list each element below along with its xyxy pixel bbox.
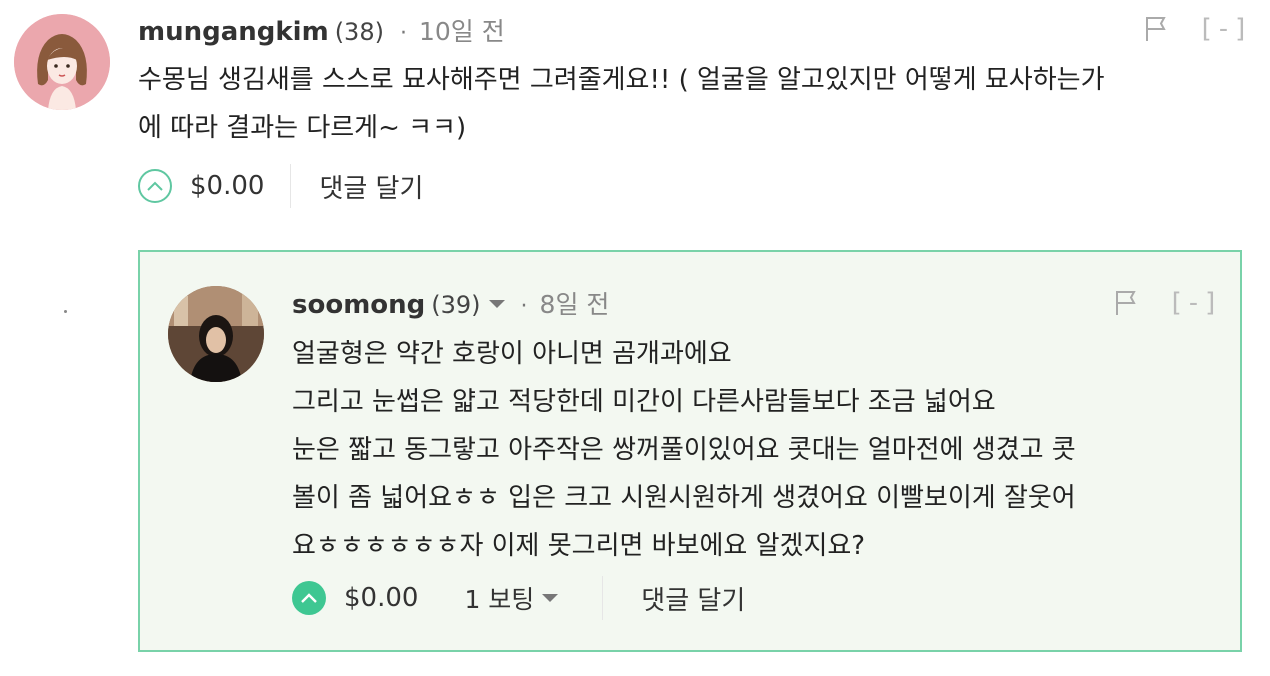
divider — [290, 164, 292, 208]
comment-tools: [-] — [1144, 14, 1251, 44]
comment-time[interactable]: 8일 전 — [540, 285, 610, 321]
flag-icon[interactable] — [1144, 15, 1168, 43]
separator-dot: · — [520, 294, 528, 319]
votes-dropdown[interactable]: 1 보팅 — [464, 580, 559, 616]
divider — [602, 576, 604, 620]
author-reputation: (38) — [334, 18, 384, 46]
votes-count: 1 보팅 — [464, 585, 535, 614]
author-reputation: (39) — [431, 291, 481, 319]
comment-actions: $0.00 댓글 달기 — [138, 164, 423, 208]
reply-link[interactable]: 댓글 달기 — [641, 580, 745, 617]
avatar[interactable] — [14, 14, 110, 110]
chevron-down-icon[interactable] — [488, 300, 505, 308]
comment-header: mungangkim (38) · 10일 전 — [138, 12, 505, 48]
body-line: 얼굴형은 약간 호랑이 아니면 곰개과에요 — [292, 339, 732, 369]
payout-value[interactable]: $0.00 — [190, 171, 264, 201]
comment-tools: [-] — [1114, 288, 1221, 318]
author-name[interactable]: mungangkim — [138, 17, 329, 47]
comment-header: soomong (39) · 8일 전 — [292, 285, 609, 321]
body-line: 볼이 좀 넓어요ㅎㅎ 입은 크고 시원시원하게 생겼어요 이빨보이게 잘웃어 — [292, 483, 1076, 513]
reply-link[interactable]: 댓글 달기 — [319, 168, 423, 205]
body-line: 에 따라 결과는 다르게~ ㅋㅋ) — [138, 113, 467, 143]
avatar[interactable] — [168, 286, 264, 382]
separator-dot: · — [399, 21, 407, 46]
upvote-chevron-icon — [301, 593, 317, 603]
comment-body: 수몽님 생김새를 스스로 묘사해주면 그려줄게요!! ( 얼굴을 알고있지만 어… — [138, 56, 1105, 152]
payout-value[interactable]: $0.00 — [344, 583, 418, 613]
body-line: 수몽님 생김새를 스스로 묘사해주면 그려줄게요!! ( 얼굴을 알고있지만 어… — [138, 65, 1105, 95]
photo-avatar-icon — [168, 286, 264, 382]
collapse-button[interactable]: [-] — [1198, 14, 1251, 44]
cartoon-girl-avatar-icon — [14, 14, 110, 110]
upvote-button[interactable] — [292, 581, 326, 615]
collapse-button[interactable]: [-] — [1168, 288, 1221, 318]
chevron-down-icon — [542, 594, 559, 602]
body-line: 그리고 눈썹은 얇고 적당한데 미간이 다른사람들보다 조금 넓어요 — [292, 387, 996, 417]
decorative-dot — [64, 310, 67, 313]
comment-time[interactable]: 10일 전 — [419, 12, 505, 48]
comment-actions: $0.00 1 보팅 댓글 달기 — [292, 576, 745, 620]
upvote-button[interactable] — [138, 169, 172, 203]
author-name[interactable]: soomong — [292, 290, 425, 320]
body-line: 눈은 짧고 동그랗고 아주작은 쌍꺼풀이있어요 콧대는 얼마전에 생겼고 콧 — [292, 435, 1076, 465]
flag-icon[interactable] — [1114, 289, 1138, 317]
upvote-chevron-icon — [147, 181, 163, 191]
body-line: 요ㅎㅎㅎㅎㅎㅎ자 이제 못그리면 바보에요 알겠지요? — [292, 531, 866, 561]
comment-body: 얼굴형은 약간 호랑이 아니면 곰개과에요 그리고 눈썹은 얇고 적당한데 미간… — [292, 330, 1076, 570]
